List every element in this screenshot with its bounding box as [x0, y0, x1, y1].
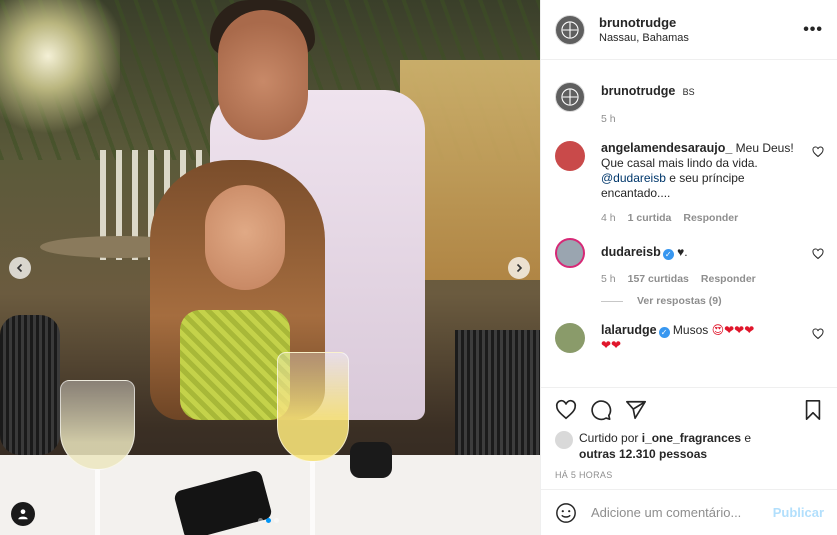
post-photo[interactable]: [0, 0, 540, 535]
publish-button[interactable]: Publicar: [773, 505, 824, 520]
add-comment-bar: Adicione um comentário... Publicar: [541, 489, 837, 535]
comment-username[interactable]: lalarudge: [601, 323, 657, 337]
post-timestamp[interactable]: HÁ 5 HORAS: [555, 470, 824, 480]
like-comment-heart-icon[interactable]: [812, 328, 824, 340]
comment-time[interactable]: 5 h: [601, 272, 616, 287]
brand-logo-icon: [561, 88, 579, 106]
carousel-dot: [274, 518, 279, 523]
mention-link[interactable]: @dudareisb: [601, 171, 666, 185]
comment-time[interactable]: 4 h: [601, 211, 616, 226]
like-comment-heart-icon[interactable]: [812, 248, 824, 260]
caption-text: BS: [682, 87, 695, 97]
post-actions: Curtido por i_one_fragrances e outras 12…: [541, 387, 837, 480]
post-header: brunotrudge Nassau, Bahamas •••: [541, 0, 837, 60]
verified-badge-icon: ✓: [658, 327, 670, 338]
comment-row: angelamendesaraujo_ Meu Deus! Que casal …: [555, 141, 824, 226]
post-author-username[interactable]: brunotrudge: [599, 15, 689, 30]
caption-row: brunotrudge BS 5 h: [555, 82, 824, 127]
comment-row: lalarudge ✓ Musos 😍❤❤❤ ❤❤: [555, 323, 824, 353]
caption-time[interactable]: 5 h: [601, 112, 616, 127]
comments-list: brunotrudge BS 5 h angelamendesaraujo_ M…: [541, 68, 837, 386]
avatar[interactable]: [555, 431, 573, 449]
verified-badge-icon: ✓: [662, 249, 674, 260]
avatar[interactable]: [555, 82, 585, 112]
user-icon: [18, 509, 28, 520]
tagged-users-button[interactable]: [11, 502, 35, 526]
like-heart-icon[interactable]: [555, 399, 577, 421]
emoji-text: 😍❤❤❤: [711, 323, 755, 337]
previous-image-button[interactable]: [9, 257, 31, 279]
view-replies-button[interactable]: Ver respostas (9): [601, 295, 824, 307]
post-location[interactable]: Nassau, Bahamas: [599, 32, 689, 44]
likes-summary: Curtido por i_one_fragrances e outras 12…: [555, 430, 824, 462]
divider: [601, 300, 623, 302]
reply-button[interactable]: Responder: [683, 211, 738, 226]
liker-username[interactable]: i_one_fragrances: [642, 431, 741, 445]
comment-bubble-icon[interactable]: [590, 399, 612, 421]
avatar[interactable]: [555, 238, 585, 268]
reply-button[interactable]: Responder: [701, 272, 756, 287]
avatar[interactable]: [555, 14, 585, 45]
carousel-indicator: [258, 518, 279, 523]
instagram-post-modal: brunotrudge Nassau, Bahamas ••• brunotru…: [0, 0, 837, 535]
save-bookmark-icon[interactable]: [802, 399, 824, 421]
comment-username[interactable]: dudareisb: [601, 245, 661, 259]
comment-text: Musos: [672, 323, 709, 337]
post-sidebar: brunotrudge Nassau, Bahamas ••• brunotru…: [540, 0, 837, 535]
comment-input[interactable]: Adicione um comentário...: [591, 505, 773, 520]
chevron-left-icon: [16, 263, 23, 273]
avatar[interactable]: [555, 323, 585, 353]
emoji-text: ❤❤: [601, 338, 622, 352]
chevron-right-icon: [516, 263, 523, 273]
caption-username[interactable]: brunotrudge: [601, 84, 675, 98]
comment-likes[interactable]: 157 curtidas: [628, 272, 689, 287]
likes-count-button[interactable]: outras 12.310 pessoas: [579, 447, 707, 461]
like-comment-heart-icon[interactable]: [812, 146, 824, 158]
comment-username[interactable]: angelamendesaraujo_: [601, 141, 732, 155]
next-image-button[interactable]: [508, 257, 530, 279]
carousel-dot: [266, 518, 271, 523]
more-options-button[interactable]: •••: [803, 21, 823, 39]
carousel-dot: [258, 518, 263, 523]
share-send-icon[interactable]: [625, 399, 647, 421]
avatar[interactable]: [555, 141, 585, 171]
comment-row: dudareisb ✓ ♥. 5 h 157 curtidas Responder: [555, 238, 824, 287]
emoji-smiley-icon[interactable]: [555, 502, 577, 524]
brand-logo-icon: [561, 20, 579, 39]
comment-likes[interactable]: 1 curtida: [628, 211, 672, 226]
comment-text: ♥.: [677, 245, 688, 259]
